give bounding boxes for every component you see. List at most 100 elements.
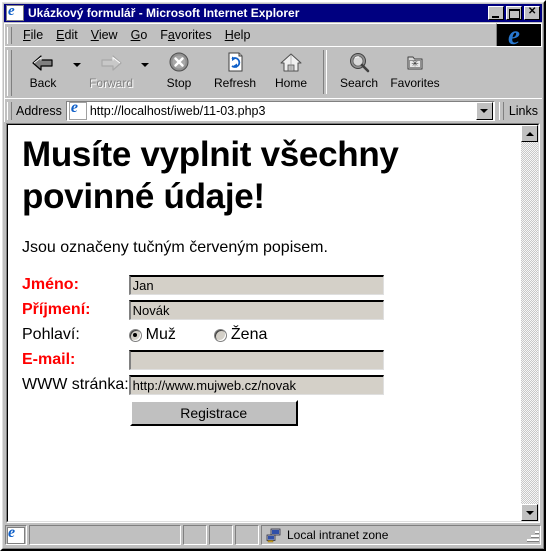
- form-row-pohlavi: Pohlaví: Muž Žena: [22, 325, 384, 350]
- forward-arrow-icon: [98, 51, 124, 75]
- scrollbar-track[interactable]: [521, 142, 538, 504]
- resize-grip[interactable]: [525, 530, 539, 544]
- registration-form: Jméno: Příjmení: Pohlaví:: [22, 275, 384, 431]
- label-email-text: E-mail:: [22, 351, 76, 368]
- menu-item-view[interactable]: View: [85, 27, 125, 43]
- window-controls: ✕: [488, 6, 540, 20]
- chevron-down-icon: [73, 63, 81, 67]
- menu-drag-handle[interactable]: [7, 26, 12, 44]
- back-button[interactable]: Back: [15, 48, 71, 96]
- page-lead-text: Jsou označeny tučným červeným popisem.: [22, 239, 328, 256]
- toolbar-drag-handle[interactable]: [7, 50, 12, 96]
- chevron-up-icon: [525, 131, 534, 136]
- back-arrow-icon: [30, 51, 56, 75]
- field-www-cell: [128, 375, 384, 400]
- prijmeni-input[interactable]: [128, 300, 384, 320]
- ie-document-icon: e: [6, 5, 24, 21]
- status-pane-4: [235, 525, 259, 545]
- radio-zena-icon[interactable]: [213, 328, 227, 342]
- status-pane-3: [209, 525, 233, 545]
- label-email: E-mail:: [22, 350, 129, 375]
- radio-muz-icon[interactable]: [128, 328, 142, 342]
- chevron-down-icon: [525, 510, 534, 515]
- search-button-label: Search: [339, 76, 379, 90]
- menu-bar: File Edit View Go Favorites Help: [4, 23, 496, 46]
- forward-history-dropdown[interactable]: [139, 48, 151, 96]
- close-button[interactable]: ✕: [524, 6, 540, 20]
- radio-option-zena[interactable]: Žena: [213, 326, 268, 344]
- home-icon: [278, 51, 304, 75]
- chevron-down-icon: [141, 63, 149, 67]
- field-pohlavi-cell: Muž Žena: [128, 325, 384, 350]
- form-row-prijmeni: Příjmení:: [22, 300, 384, 325]
- window-title: Ukázkový formulář - Microsoft Internet E…: [28, 6, 300, 20]
- menu-item-file[interactable]: File: [17, 27, 50, 43]
- radio-zena-label: Žena: [230, 326, 268, 343]
- radio-muz-label: Muž: [145, 326, 176, 343]
- label-prijmeni: Příjmení:: [22, 300, 129, 325]
- label-www-text: WWW stránka:: [22, 376, 129, 393]
- field-prijmeni-cell: [128, 300, 384, 325]
- status-icon-pane: e: [5, 525, 27, 545]
- submit-cell: Registrace: [129, 400, 384, 431]
- links-label[interactable]: Links: [509, 104, 540, 118]
- home-button-label: Home: [274, 76, 307, 90]
- ie-logo-animation: e: [496, 23, 542, 46]
- radio-option-muz[interactable]: Muž: [128, 326, 176, 344]
- browser-window: e Ukázkový formulář - Microsoft Internet…: [0, 0, 546, 551]
- refresh-button[interactable]: Refresh: [207, 48, 263, 96]
- menu-item-edit[interactable]: Edit: [50, 27, 85, 43]
- ie-document-icon: e: [7, 526, 25, 544]
- refresh-button-label: Refresh: [213, 76, 257, 90]
- submit-button[interactable]: Registrace: [129, 400, 298, 426]
- label-jmeno: Jméno:: [22, 275, 129, 300]
- forward-button[interactable]: Forward: [83, 48, 139, 96]
- menu-item-help[interactable]: Help: [219, 27, 258, 43]
- svg-text:✳: ✳: [411, 60, 419, 70]
- favorites-button[interactable]: ✳ Favorites: [387, 48, 443, 96]
- title-bar[interactable]: e Ukázkový formulář - Microsoft Internet…: [4, 4, 542, 22]
- back-button-label: Back: [29, 76, 57, 90]
- gender-radio-group: Muž Žena: [128, 326, 384, 344]
- links-drag-handle[interactable]: [498, 101, 504, 120]
- stop-icon: [166, 51, 192, 75]
- field-jmeno-cell: [128, 275, 384, 300]
- home-button[interactable]: Home: [263, 48, 319, 96]
- forward-button-label: Forward: [88, 76, 133, 90]
- address-dropdown-button[interactable]: [475, 101, 493, 120]
- favorites-button-label: Favorites: [390, 76, 440, 90]
- minimize-button[interactable]: [488, 6, 504, 20]
- menu-item-go[interactable]: Go: [125, 27, 155, 43]
- stop-button[interactable]: Stop: [151, 48, 207, 96]
- address-bar: Address e http://localhost/iweb/11-03.ph…: [4, 98, 542, 122]
- jmeno-input[interactable]: [128, 275, 384, 295]
- status-message-pane: [29, 525, 181, 545]
- security-zone-label: Local intranet zone: [287, 528, 389, 542]
- www-input[interactable]: [128, 375, 384, 395]
- toolbar-separator: [323, 50, 327, 94]
- security-zone-pane[interactable]: Local intranet zone: [261, 525, 541, 545]
- web-page-content: Musíte vyplnit všechny povinné údaje! Js…: [8, 125, 522, 521]
- stop-button-label: Stop: [166, 76, 192, 90]
- vertical-scrollbar[interactable]: [521, 125, 538, 521]
- form-row-jmeno: Jméno:: [22, 275, 384, 300]
- form-row-email: E-mail:: [22, 350, 384, 375]
- menu-item-favorites[interactable]: Favorites: [154, 27, 218, 43]
- address-drag-handle[interactable]: [7, 101, 12, 120]
- address-input[interactable]: e http://localhost/iweb/11-03.php3: [65, 100, 495, 121]
- scroll-down-button[interactable]: [521, 504, 538, 521]
- email-input[interactable]: [128, 350, 384, 370]
- chevron-down-icon: [480, 108, 489, 113]
- back-history-dropdown[interactable]: [71, 48, 83, 96]
- search-button[interactable]: Search: [331, 48, 387, 96]
- status-bar: e Local intranet zone: [5, 524, 541, 546]
- field-email-cell: [128, 350, 384, 375]
- status-pane-2: [183, 525, 207, 545]
- maximize-button[interactable]: [506, 6, 522, 20]
- document-viewport: Musíte vyplnit všechny povinné údaje! Js…: [7, 124, 539, 522]
- refresh-icon: [222, 51, 248, 75]
- form-row-www: WWW stránka:: [22, 375, 384, 400]
- close-icon: ✕: [528, 6, 537, 17]
- address-label: Address: [16, 103, 62, 118]
- scroll-up-button[interactable]: [521, 125, 538, 142]
